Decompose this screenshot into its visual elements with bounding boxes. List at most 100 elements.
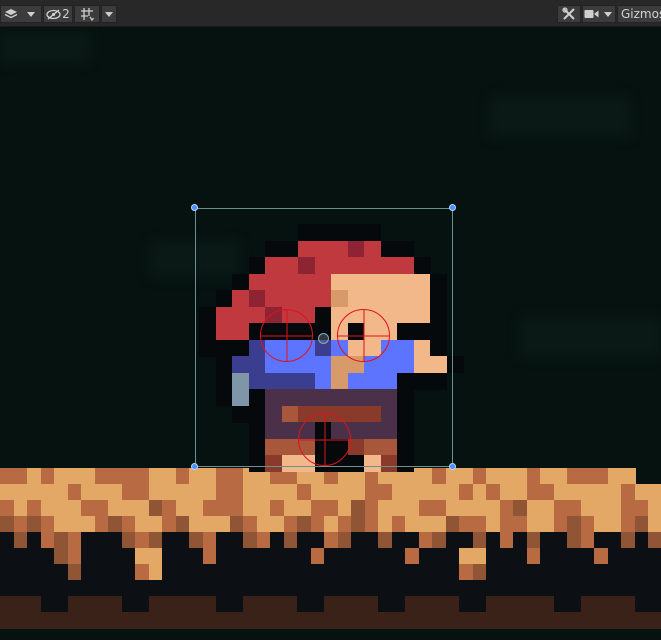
pixel: [473, 532, 488, 549]
pixel: [432, 580, 447, 597]
pixel: [41, 516, 56, 533]
camera-dropdown[interactable]: [582, 5, 616, 23]
pixel: [284, 580, 299, 597]
pixel: [500, 516, 515, 533]
pixel: [338, 596, 353, 613]
pixel: [351, 564, 366, 581]
visibility-toggle[interactable]: 2: [43, 5, 73, 23]
pixel: [365, 612, 380, 629]
pixel: [513, 468, 528, 485]
pixel: [14, 612, 29, 629]
pixel: [68, 500, 83, 517]
pixel: [500, 532, 515, 549]
pixel: [297, 484, 312, 501]
pixel: [554, 564, 569, 581]
pixel: [459, 564, 474, 581]
pixel: [446, 548, 461, 565]
pixel: [135, 612, 150, 629]
scene-view[interactable]: [0, 27, 661, 640]
pixel: [594, 596, 609, 613]
pixel: [0, 548, 15, 565]
pixel: [216, 612, 231, 629]
pixel: [446, 532, 461, 549]
grid-snap-dropdown[interactable]: [101, 5, 117, 23]
pixel: [527, 596, 542, 613]
pixel: [95, 580, 110, 597]
pixel: [230, 612, 245, 629]
pixel: [324, 500, 339, 517]
pixel: [405, 564, 420, 581]
pixel: [338, 484, 353, 501]
pixel: [540, 612, 555, 629]
pixel: [365, 484, 380, 501]
pixel: [108, 612, 123, 629]
pixel: [81, 564, 96, 581]
pixel: [257, 596, 272, 613]
pixel: [351, 500, 366, 517]
pixel: [338, 516, 353, 533]
layers-dropdown[interactable]: [0, 5, 42, 23]
pixel: [513, 516, 528, 533]
grid-snap-toggle[interactable]: [74, 5, 100, 23]
pixel: [621, 596, 636, 613]
pixel: [0, 596, 15, 613]
pixel: [243, 580, 258, 597]
pixel: [446, 580, 461, 597]
pixel: [14, 596, 29, 613]
pixel: [324, 548, 339, 565]
pixel: [149, 516, 164, 533]
pixel: [203, 516, 218, 533]
pivot-handle[interactable]: [318, 333, 329, 344]
pixel: [176, 500, 191, 517]
gizmos-dropdown[interactable]: Gizmos: [617, 5, 661, 23]
pixel: [189, 596, 204, 613]
pixel: [41, 612, 56, 629]
pixel: [230, 516, 245, 533]
pixel: [14, 468, 29, 485]
pixel: [459, 500, 474, 517]
pixel: [419, 548, 434, 565]
pixel: [243, 516, 258, 533]
pixel: [635, 484, 650, 501]
pixel: [14, 484, 29, 501]
pixel: [68, 564, 83, 581]
pixel: [540, 548, 555, 565]
pixel: [14, 564, 29, 581]
pixel: [392, 612, 407, 629]
tools-button[interactable]: [557, 5, 581, 23]
pixel: [486, 484, 501, 501]
pixel: [270, 612, 285, 629]
resize-handle-bottom-left[interactable]: [191, 463, 198, 470]
pixel: [122, 548, 137, 565]
resize-handle-bottom-right[interactable]: [449, 463, 456, 470]
pixel: [554, 612, 569, 629]
pixel: [338, 612, 353, 629]
pixel: [540, 516, 555, 533]
pixel: [608, 596, 623, 613]
pixel: [405, 516, 420, 533]
pixel: [459, 468, 474, 485]
pixel: [554, 548, 569, 565]
chevron-down-icon: [604, 12, 612, 17]
pixel: [284, 564, 299, 581]
pixel: [297, 564, 312, 581]
resize-handle-top-left[interactable]: [191, 204, 198, 211]
pixel: [162, 532, 177, 549]
pixel: [0, 580, 15, 597]
pixel: [567, 468, 582, 485]
pixel: [392, 516, 407, 533]
pixel: [581, 468, 596, 485]
resize-handle-top-right[interactable]: [449, 204, 456, 211]
pixel: [311, 532, 326, 549]
pixel: [203, 612, 218, 629]
pixel: [324, 596, 339, 613]
pixel: [378, 532, 393, 549]
pixel: [540, 484, 555, 501]
pixel: [230, 500, 245, 517]
pixel: [243, 564, 258, 581]
pixel: [419, 532, 434, 549]
pixel: [189, 484, 204, 501]
gizmos-label: Gizmos: [621, 7, 661, 21]
pixel: [351, 596, 366, 613]
pixel: [81, 468, 96, 485]
